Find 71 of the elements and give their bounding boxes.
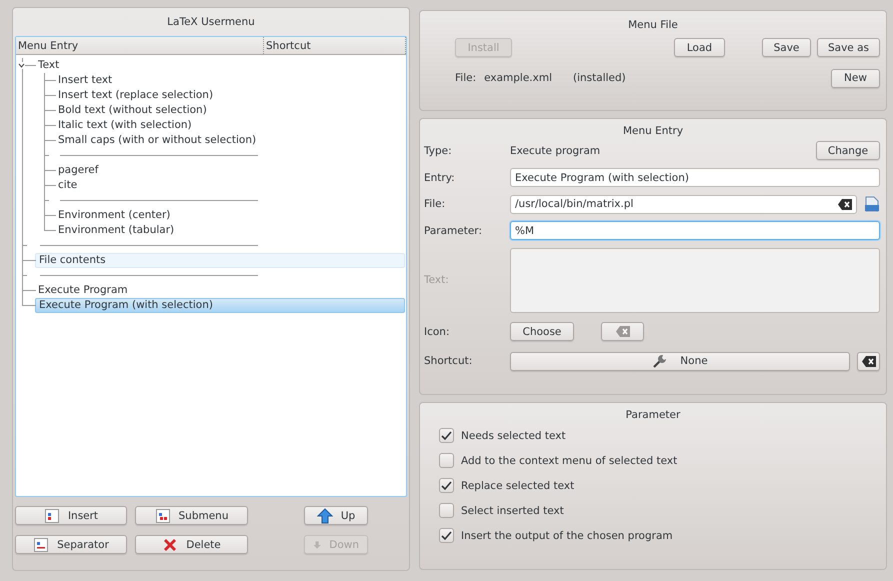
- checkbox[interactable]: [439, 503, 454, 518]
- tree-item[interactable]: Text: [35, 58, 60, 73]
- field-label: Shortcut:: [424, 355, 474, 367]
- clear-icon: [862, 356, 876, 366]
- clear-icon: [838, 198, 852, 210]
- clear-shortcut-button[interactable]: [857, 352, 880, 370]
- chevron-icon[interactable]: [18, 62, 25, 69]
- list-item-icon: [154, 508, 170, 524]
- clear-icon-button[interactable]: [601, 322, 644, 341]
- file-label: File:: [455, 72, 476, 84]
- panel-title: Menu Entry: [622, 124, 684, 137]
- checkmark-icon: [441, 480, 452, 490]
- wrench-icon: [652, 353, 668, 369]
- clear-icon: [616, 326, 630, 337]
- tree-item[interactable]: File contents: [35, 253, 405, 268]
- column-header[interactable]: Shortcut: [264, 37, 406, 54]
- tree-item[interactable]: Environment (center): [55, 208, 170, 223]
- text-field[interactable]: %M: [510, 221, 880, 240]
- list-item-icon: [33, 536, 50, 552]
- field-label: Text:: [424, 274, 450, 286]
- column-header[interactable]: Menu Entry: [16, 37, 264, 54]
- option-label: Add to the context menu of selected text: [461, 454, 678, 466]
- checkbox[interactable]: [439, 428, 454, 443]
- checkbox[interactable]: [439, 453, 454, 468]
- checkbox[interactable]: [439, 528, 454, 543]
- shortcut-button[interactable]: None: [510, 352, 850, 370]
- tree-action-button[interactable]: Insert: [15, 506, 127, 525]
- delete-icon: [162, 536, 178, 552]
- option-label: Select inserted text: [461, 504, 564, 516]
- tree-action-button[interactable]: Up: [304, 506, 368, 525]
- field-label: Entry:: [424, 172, 456, 184]
- field-label: Icon:: [424, 326, 450, 338]
- tree-item[interactable]: Environment (tabular): [55, 223, 174, 238]
- new-button[interactable]: New: [831, 68, 880, 88]
- panel-title: Menu File: [627, 18, 679, 33]
- text-field[interactable]: Execute Program (with selection): [510, 168, 880, 187]
- tree-action-button[interactable]: Separator: [15, 535, 127, 554]
- type-value: Execute program: [510, 144, 600, 156]
- file-button[interactable]: Save: [762, 38, 811, 57]
- tree-item[interactable]: cite: [55, 178, 78, 193]
- checkbox[interactable]: [439, 478, 454, 493]
- tree-item[interactable]: Execute Program: [35, 283, 128, 298]
- tree-item[interactable]: Italic text (with selection): [55, 118, 192, 133]
- file-button[interactable]: Load: [674, 38, 725, 57]
- tree-item[interactable]: Insert text (replace selection): [55, 88, 214, 103]
- panel-title: LaTeX Usermenu: [166, 15, 256, 30]
- option-label: Replace selected text: [461, 480, 574, 492]
- field-label: Parameter:: [424, 224, 483, 236]
- file-path-field[interactable]: /usr/local/bin/matrix.pl: [510, 194, 857, 214]
- field-label: File:: [424, 198, 446, 210]
- tree-action-button[interactable]: Delete: [135, 535, 248, 554]
- field-label: Type:: [424, 144, 453, 156]
- folder-icon[interactable]: [864, 196, 880, 212]
- change-button[interactable]: Change: [816, 141, 880, 160]
- option-label: Needs selected text: [461, 430, 566, 442]
- tree-item[interactable]: Execute Program (with selection): [35, 298, 405, 313]
- tree-item[interactable]: pageref: [55, 163, 98, 178]
- tree-item[interactable]: Insert text: [55, 73, 112, 88]
- arrow-up-icon: [316, 508, 333, 524]
- install-status: (installed): [573, 72, 626, 84]
- panel-title: Parameter: [624, 408, 682, 421]
- option-label: Insert the output of the chosen program: [461, 530, 673, 542]
- checkmark-icon: [441, 530, 452, 540]
- tree-item[interactable]: Bold text (without selection): [55, 103, 207, 118]
- list-item-icon: [44, 508, 60, 524]
- tree-action-button[interactable]: Submenu: [135, 506, 248, 525]
- tree-item[interactable]: Small caps (with or without selection): [55, 133, 256, 148]
- choose-button[interactable]: Choose: [510, 322, 574, 341]
- file-name: example.xml: [484, 72, 552, 84]
- checkmark-icon: [441, 430, 452, 440]
- file-button[interactable]: Save as: [817, 38, 880, 57]
